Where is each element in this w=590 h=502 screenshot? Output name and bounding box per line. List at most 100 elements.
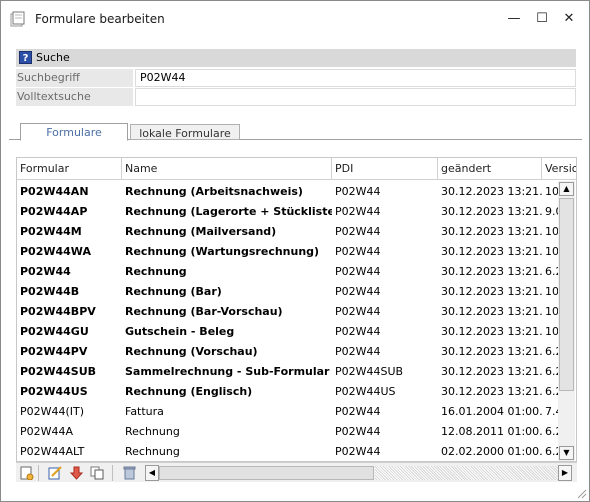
- column-header-formular[interactable]: Formular: [17, 158, 122, 180]
- toolbar-separator: [38, 465, 39, 481]
- search-term-row: Suchbegriff P02W44: [16, 69, 576, 87]
- table-cell-pdi: P02W44: [335, 425, 381, 438]
- table-row[interactable]: P02W44A Rechnung P02W44 12.08.2011 01:00… 6.…: [17, 421, 563, 441]
- table-row[interactable]: P02W44GU Gutschein - Beleg P02W44 30.12.202…: [17, 321, 562, 341]
- table-cell-name: Rechnung: [125, 445, 180, 458]
- scroll-left-button[interactable]: ◀: [145, 465, 159, 481]
- table-row[interactable]: P02W44 Rechnung P02W44 30.12.2023 13:21… 6.2: [17, 261, 563, 281]
- table-cell-pdi: P02W44: [335, 445, 381, 458]
- fulltext-search-row: Volltextsuche: [16, 88, 576, 106]
- table-cell-name: Rechnung: [125, 265, 187, 278]
- table-cell-pdi: P02W44: [335, 225, 381, 238]
- table-cell-formular: P02W44(IT): [20, 405, 85, 418]
- table-cell-geaendert: 12.08.2011 01:00…: [441, 425, 542, 438]
- column-header-version[interactable]: Version: [542, 158, 576, 180]
- table-cell-formular: P02W44AN: [20, 185, 89, 198]
- help-icon[interactable]: ?: [19, 51, 32, 64]
- window-title: Formulare bearbeiten: [35, 12, 165, 26]
- table-row[interactable]: P02W44(IT) Fattura P02W44 16.01.2004 01:00……: [17, 401, 563, 421]
- horizontal-scroll-thumb[interactable]: [159, 466, 374, 480]
- toolbar-separator: [112, 465, 113, 481]
- table-cell-pdi: P02W44: [335, 325, 381, 338]
- tab-lokale-formulare[interactable]: lokale Formulare: [130, 124, 240, 140]
- scroll-track[interactable]: [375, 466, 558, 480]
- table-cell-geaendert: 16.01.2004 01:00…: [441, 405, 542, 418]
- table-row[interactable]: P02W44AP Rechnung (Lagerorte + Stückliste…: [17, 201, 563, 221]
- table-row[interactable]: P02W44B Rechnung (Bar) P02W44 30.12.2023 13…: [17, 281, 562, 301]
- table-row[interactable]: P02W44WA Rechnung (Wartungsrechnung) P02W4…: [17, 241, 562, 261]
- table-cell-pdi: P02W44: [335, 345, 381, 358]
- table-cell-formular: P02W44WA: [20, 245, 91, 258]
- forms-table: Formular Name PDI geändert Version P02W4…: [16, 157, 577, 462]
- formulare-window: Formulare bearbeiten — ☐ ✕ ? Suche Suchb…: [0, 0, 590, 502]
- table-cell-formular: P02W44PV: [20, 345, 88, 358]
- table-cell-formular: P02W44BPV: [20, 305, 96, 318]
- table-cell-name: Rechnung (Wartungsrechnung): [125, 245, 320, 258]
- resize-grip-icon[interactable]: [575, 487, 587, 499]
- table-cell-name: Rechnung (Bar-Vorschau): [125, 305, 283, 318]
- table-cell-pdi: P02W44: [335, 185, 381, 198]
- table-cell-name: Fattura: [125, 405, 164, 418]
- edit-form-icon[interactable]: [48, 466, 63, 480]
- table-body: P02W44AN Rechnung (Arbeitsnachweis) P02W44…: [17, 181, 563, 461]
- table-row[interactable]: P02W44US Rechnung (Englisch) P02W44US 30.12…: [17, 381, 563, 401]
- column-header-geaendert[interactable]: geändert: [438, 158, 542, 180]
- table-cell-pdi: P02W44: [335, 265, 381, 278]
- column-header-name[interactable]: Name: [122, 158, 332, 180]
- table-cell-formular: P02W44M: [20, 225, 82, 238]
- table-cell-geaendert: 02.02.2000 01:00…: [441, 445, 542, 458]
- close-button[interactable]: ✕: [554, 5, 584, 33]
- vertical-scroll-thumb[interactable]: [559, 198, 574, 391]
- table-cell-geaendert: 30.12.2023 13:21…: [441, 385, 542, 398]
- search-term-input[interactable]: P02W44: [135, 69, 576, 87]
- table-row[interactable]: P02W44AN Rechnung (Arbeitsnachweis) P02W44…: [17, 181, 562, 201]
- table-row[interactable]: P02W44BPV Rechnung (Bar-Vorschau) P02W44 30…: [17, 301, 562, 321]
- column-header-pdi[interactable]: PDI: [332, 158, 438, 180]
- table-cell-geaendert: 30.12.2023 13:21…: [441, 365, 542, 378]
- table-cell-name: Rechnung (Mailversand): [125, 225, 277, 238]
- table-cell-pdi: P02W44: [335, 205, 381, 218]
- table-cell-pdi: P02W44SUB: [335, 365, 404, 378]
- table-cell-formular: P02W44AP: [20, 205, 88, 218]
- fulltext-search-input[interactable]: [135, 88, 576, 106]
- table-cell-geaendert: 30.12.2023 13:21…: [441, 225, 542, 238]
- table-cell-geaendert: 30.12.2023 13:21…: [441, 205, 542, 218]
- scroll-down-button[interactable]: ▼: [559, 446, 574, 460]
- new-form-icon[interactable]: [19, 466, 34, 480]
- title-bar: Formulare bearbeiten — ☐ ✕: [1, 1, 589, 39]
- minimize-button[interactable]: —: [499, 5, 529, 33]
- table-cell-geaendert: 30.12.2023 13:21…: [441, 245, 542, 258]
- trash-icon[interactable]: [122, 466, 137, 480]
- table-cell-geaendert: 30.12.2023 13:21…: [441, 305, 542, 318]
- horizontal-scrollbar[interactable]: ◀ ▶: [145, 465, 574, 481]
- bottom-toolbar: ◀ ▶: [16, 462, 577, 482]
- table-row[interactable]: P02W44M Rechnung (Mailversand) P02W44 30.12…: [17, 221, 562, 241]
- tab-formulare[interactable]: Formulare: [20, 123, 128, 141]
- table-cell-formular: P02W44ALT: [20, 445, 85, 458]
- fulltext-search-label: Volltextsuche: [16, 88, 133, 106]
- table-cell-formular: P02W44GU: [20, 325, 89, 338]
- table-cell-formular: P02W44US: [20, 385, 88, 398]
- import-arrow-icon[interactable]: [69, 466, 84, 480]
- table-cell-geaendert: 30.12.2023 13:21…: [441, 185, 542, 198]
- maximize-button[interactable]: ☐: [527, 5, 557, 33]
- table-row[interactable]: P02W44SUB Sammelrechnung - Sub-Formular P0…: [17, 361, 563, 381]
- scroll-up-button[interactable]: ▲: [559, 182, 574, 196]
- copy-icon[interactable]: [90, 466, 105, 480]
- vertical-scrollbar[interactable]: ▲ ▼: [558, 181, 575, 461]
- table-cell-name: Rechnung (Bar): [125, 285, 222, 298]
- table-cell-name: Rechnung (Englisch): [125, 385, 253, 398]
- table-row[interactable]: P02W44ALT Rechnung P02W44 02.02.2000 01:00……: [17, 441, 563, 461]
- search-section-header: ? Suche: [16, 49, 576, 67]
- scroll-right-button[interactable]: ▶: [558, 465, 572, 481]
- table-header: Formular Name PDI geändert Version: [17, 158, 576, 180]
- table-cell-name: Rechnung (Lagerorte + Stückliste): [125, 205, 332, 218]
- table-cell-name: Rechnung (Arbeitsnachweis): [125, 185, 303, 198]
- table-cell-geaendert: 30.12.2023 13:21…: [441, 325, 542, 338]
- table-cell-formular: P02W44: [20, 265, 71, 278]
- table-cell-pdi: P02W44: [335, 305, 381, 318]
- table-cell-geaendert: 30.12.2023 13:21…: [441, 265, 542, 278]
- table-row[interactable]: P02W44PV Rechnung (Vorschau) P02W44 30.12.2…: [17, 341, 563, 361]
- table-cell-name: Sammelrechnung - Sub-Formular: [125, 365, 330, 378]
- table-cell-name: Rechnung: [125, 425, 180, 438]
